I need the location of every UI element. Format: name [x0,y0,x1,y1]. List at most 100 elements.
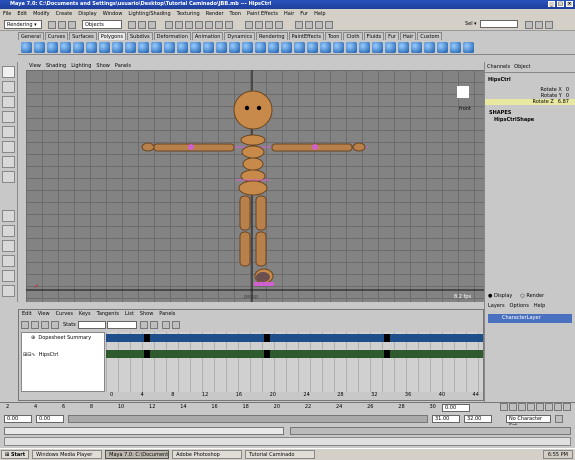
cycle-icon[interactable] [161,321,170,329]
tab-polygons[interactable]: Polygons [97,32,126,40]
poly-quadrangulate-icon[interactable] [229,41,240,53]
tab-general[interactable]: General [18,32,44,40]
poly-extract-icon[interactable] [125,41,136,53]
menu-render[interactable]: Render [206,11,224,17]
time-slider[interactable]: 2 4 6 8 10 12 14 16 18 20 22 24 26 28 30 0.00 [0,402,575,413]
menu-paint-effects[interactable]: Paint Effects [247,11,278,17]
tab-subdivs[interactable]: Subdivs [127,32,153,40]
tab-painteffects[interactable]: PaintEffects [288,32,324,40]
vp-menu-lighting[interactable]: Lighting [71,63,91,69]
toggle-tool-settings-icon[interactable] [545,21,553,29]
dope-menu-curves[interactable]: Curves [56,311,73,317]
tab-dynamics[interactable]: Dynamics [224,32,256,40]
layer-row[interactable]: CharacterLayer [488,314,572,323]
layout-graph-icon[interactable] [2,255,15,267]
tab-deformation[interactable]: Deformation [153,32,191,40]
add-key-icon[interactable] [41,321,49,329]
tab-render[interactable]: ○ Render [520,293,544,299]
play-forward-icon[interactable] [536,403,544,411]
object-mode-icon[interactable] [138,21,146,29]
menu-help[interactable]: Help [314,11,325,17]
poly-fill-hole-icon[interactable] [242,41,253,53]
poly-smooth-icon[interactable] [190,41,201,53]
poly-chamfer-icon[interactable] [385,41,396,53]
last-tool-icon[interactable] [2,171,15,183]
quick-select-field[interactable] [480,20,518,28]
keyframe-summary-24[interactable] [264,334,270,342]
command-line-input[interactable] [4,427,284,435]
poly-cylindrical-map-icon[interactable] [463,41,474,53]
go-to-start-icon[interactable] [500,403,508,411]
select-by-curve-icon[interactable] [185,21,193,29]
tab-rendering[interactable]: Rendering [256,32,288,40]
dope-menu-show[interactable]: Show [140,311,154,317]
poly-uv-icon[interactable] [437,41,448,53]
keyframe-node-24[interactable] [264,350,270,358]
step-back-key-icon[interactable] [509,403,517,411]
taskbar-item-photoshop[interactable]: Adobe Photoshop [172,450,243,459]
dope-menu-edit[interactable]: Edit [22,311,32,317]
close-button[interactable]: × [566,1,573,7]
shape-name[interactable]: HipsCtrlShape [485,116,575,124]
scale-tool-icon[interactable] [2,141,15,153]
stats-field-1[interactable] [77,321,106,329]
step-forward-icon[interactable] [545,403,553,411]
dope-menu-view[interactable]: View [38,311,50,317]
menu-toon[interactable]: Toon [230,11,242,17]
tab-cloth[interactable]: Cloth [343,32,363,40]
insert-key-icon[interactable] [31,321,39,329]
vp-menu-shading[interactable]: Shading [46,63,66,69]
current-time-field[interactable]: 0.00 [442,404,470,412]
poly-normals-icon[interactable] [424,41,435,53]
perspective-viewport[interactable]: front persp 8.2 fps ↗ [26,70,484,302]
poly-mirror-icon[interactable] [177,41,188,53]
poly-poke-icon[interactable] [372,41,383,53]
poly-extrude-edge-icon[interactable] [294,41,305,53]
view-cube-icon[interactable] [457,86,469,98]
vp-menu-view[interactable]: View [29,63,41,69]
tab-curves[interactable]: Curves [44,32,69,40]
select-by-render-icon[interactable] [225,21,233,29]
lasso-tool-icon[interactable] [2,81,15,93]
dope-menu-tangents[interactable]: Tangents [97,311,119,317]
poly-merge-icon[interactable] [320,41,331,53]
dope-node-row[interactable]: ⊞⊟∿ HipsCtrl [22,343,104,367]
history-icon[interactable] [295,21,303,29]
poly-combine-icon[interactable] [99,41,110,53]
minimize-button[interactable]: _ [548,1,555,7]
end-time-field[interactable]: 32.00 [464,415,492,423]
character-rig[interactable] [26,70,484,302]
menu-window[interactable]: Window [103,11,123,17]
dope-menu-panels[interactable]: Panels [159,311,175,317]
vp-menu-panels[interactable]: Panels [115,63,131,69]
vp-menu-show[interactable]: Show [96,63,110,69]
layout-hypershade-icon[interactable] [2,270,15,282]
tab-channels[interactable]: Channels [487,64,510,70]
snap-point-icon[interactable] [265,21,273,29]
sel-dropdown-icon[interactable]: ▾ [474,21,477,27]
tab-surfaces[interactable]: Surfaces [69,32,97,40]
layout-outliner-icon[interactable] [2,240,15,252]
step-forward-key-icon[interactable] [554,403,562,411]
range-slider[interactable] [68,415,428,423]
select-tool-icon[interactable] [2,66,15,78]
taskbar-item-media-player[interactable]: Windows Media Player [32,450,103,459]
move-key-icon[interactable] [21,321,29,329]
buffer-icon[interactable] [149,321,158,329]
layout-single-icon[interactable] [2,210,15,222]
maximize-button[interactable]: □ [557,1,564,7]
layer-menu-help[interactable]: Help [534,303,545,309]
tab-toon[interactable]: Toon [324,32,343,40]
range-end-field[interactable]: 31.00 [432,415,460,423]
play-back-icon[interactable] [527,403,535,411]
dope-key-area[interactable] [106,332,483,392]
start-button[interactable]: ⊞ Start [1,450,30,459]
poly-append-icon[interactable] [255,41,266,53]
tab-fur[interactable]: Fur [385,32,399,40]
layout-dope-icon[interactable] [2,285,15,297]
poly-cube-icon[interactable] [34,41,45,53]
paint-select-tool-icon[interactable] [2,96,15,108]
character-set-dropdown[interactable]: No Character Set [506,415,551,429]
poly-cut-faces-icon[interactable] [346,41,357,53]
menu-texturing[interactable]: Texturing [177,11,200,17]
